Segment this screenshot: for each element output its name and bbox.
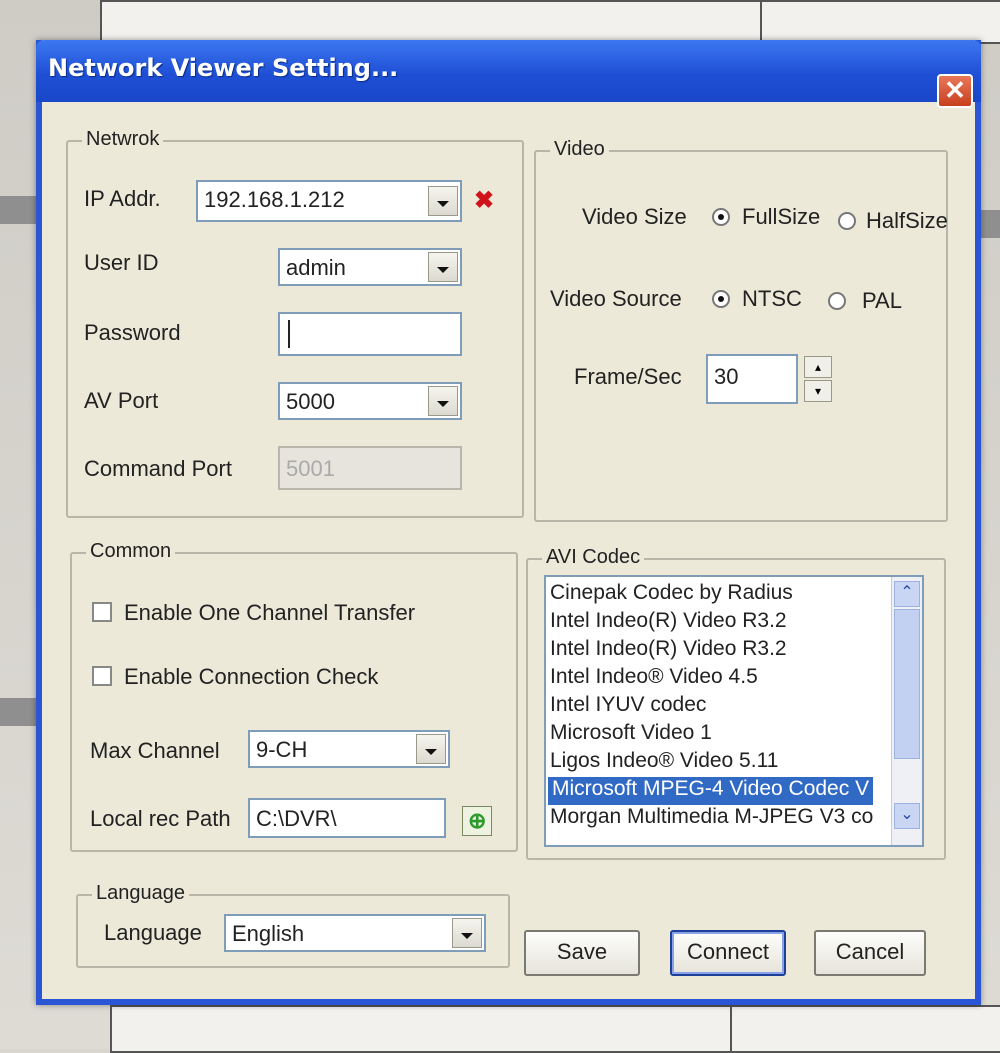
language-legend: Language [92,882,189,905]
language-value: English [232,921,305,946]
background-band [0,698,36,726]
close-icon: ✕ [944,75,966,105]
video-size-label: Video Size [582,204,687,229]
background-panel [100,0,764,44]
common-legend: Common [86,540,176,563]
video-group: Video Video Size FullSize HalfSize Video… [534,138,948,522]
rec-path-value: C:\DVR\ [256,806,337,831]
codec-list-item[interactable]: Intel IYUV codec [550,693,706,721]
chevron-down-icon[interactable] [416,734,446,764]
save-button[interactable]: Save [524,930,640,976]
window-title: Network Viewer Setting... [48,54,399,82]
scroll-thumb[interactable] [894,609,920,759]
ip-combo[interactable]: 192.168.1.212 [196,180,462,222]
rec-path-label: Local rec Path [90,806,231,831]
language-group: Language Language English [76,882,510,968]
background-panel [110,1005,734,1053]
network-legend: Netwrok [82,128,164,151]
background-band [0,196,36,224]
codec-list-item[interactable]: Cinepak Codec by Radius [550,581,793,609]
codec-list-item[interactable]: Intel Indeo(R) Video R3.2 [550,637,787,665]
pal-label: PAL [862,288,902,313]
clear-ip-icon[interactable]: ✖ [474,186,494,215]
rec-path-field[interactable]: C:\DVR\ [248,798,446,838]
ntsc-radio[interactable] [712,290,730,308]
halfsize-label: HalfSize [866,208,948,233]
video-source-label: Video Source [550,286,682,311]
fps-value: 30 [714,364,739,389]
browse-icon: ⊕ [468,808,487,833]
fps-label: Frame/Sec [574,364,682,389]
cmdport-field: 5001 [278,446,462,490]
codec-list-item-selected[interactable]: Microsoft MPEG-4 Video Codec V [548,777,874,805]
avi-codec-legend: AVI Codec [542,546,645,569]
connect-button[interactable]: Connect [670,930,786,976]
scroll-down-icon[interactable]: ⌄ [894,803,920,829]
close-button[interactable]: ✕ [937,74,973,108]
background-band [981,210,1000,238]
language-label: Language [104,920,202,945]
text-caret [288,320,290,348]
fps-spinner[interactable]: ▴ ▾ [804,356,832,404]
chevron-down-icon[interactable] [428,252,458,282]
spin-up-icon[interactable]: ▴ [804,356,832,378]
fullsize-label: FullSize [742,204,821,229]
ip-label: IP Addr. [84,186,161,211]
codec-listbox[interactable]: Cinepak Codec by Radius Intel Indeo(R) V… [544,575,924,847]
chevron-down-icon[interactable] [428,186,458,216]
avport-value: 5000 [286,389,335,414]
userid-combo[interactable]: admin [278,248,462,286]
cancel-button[interactable]: Cancel [814,930,926,976]
ntsc-label: NTSC [742,286,802,311]
conn-check-label: Enable Connection Check [124,664,379,689]
password-label: Password [84,320,181,345]
cmdport-label: Command Port [84,456,232,481]
title-bar[interactable]: Network Viewer Setting... ✕ [36,40,981,108]
codec-list-item[interactable]: Ligos Indeo® Video 5.11 [550,749,778,777]
language-combo[interactable]: English [224,914,486,952]
background-panel [760,0,1000,44]
codec-list-item[interactable]: Intel Indeo(R) Video R3.2 [550,609,787,637]
cmdport-value: 5001 [286,456,335,481]
video-legend: Video [550,138,609,161]
avport-combo[interactable]: 5000 [278,382,462,420]
userid-label: User ID [84,250,159,275]
one-channel-label: Enable One Channel Transfer [124,600,416,625]
codec-list-item[interactable]: Intel Indeo® Video 4.5 [550,665,758,693]
conn-check-checkbox[interactable] [92,666,112,686]
one-channel-checkbox[interactable] [92,602,112,622]
network-viewer-setting-dialog: Network Viewer Setting... ✕ Netwrok IP A… [36,40,981,1005]
spin-down-icon[interactable]: ▾ [804,380,832,402]
common-group: Common Enable One Channel Transfer Enabl… [70,540,518,852]
halfsize-radio[interactable] [838,212,856,230]
codec-scrollbar[interactable]: ⌃ ⌄ [891,577,922,845]
fullsize-radio[interactable] [712,208,730,226]
ip-value: 192.168.1.212 [204,187,345,212]
max-channel-value: 9-CH [256,737,308,762]
max-channel-label: Max Channel [90,738,220,763]
codec-list-item[interactable]: Morgan Multimedia M-JPEG V3 co [550,805,873,833]
chevron-down-icon[interactable] [428,386,458,416]
browse-folder-button[interactable]: ⊕ [462,806,492,836]
background-panel [730,1005,1000,1053]
chevron-down-icon[interactable] [452,918,482,948]
userid-value: admin [286,255,346,280]
avport-label: AV Port [84,388,159,413]
password-field[interactable] [278,312,462,356]
pal-radio[interactable] [828,292,846,310]
max-channel-combo[interactable]: 9-CH [248,730,450,768]
scroll-up-icon[interactable]: ⌃ [894,581,920,607]
network-group: Netwrok IP Addr. 192.168.1.212 ✖ User ID… [66,128,524,518]
fps-field[interactable]: 30 [706,354,798,404]
codec-list-item[interactable]: Microsoft Video 1 [550,721,712,749]
